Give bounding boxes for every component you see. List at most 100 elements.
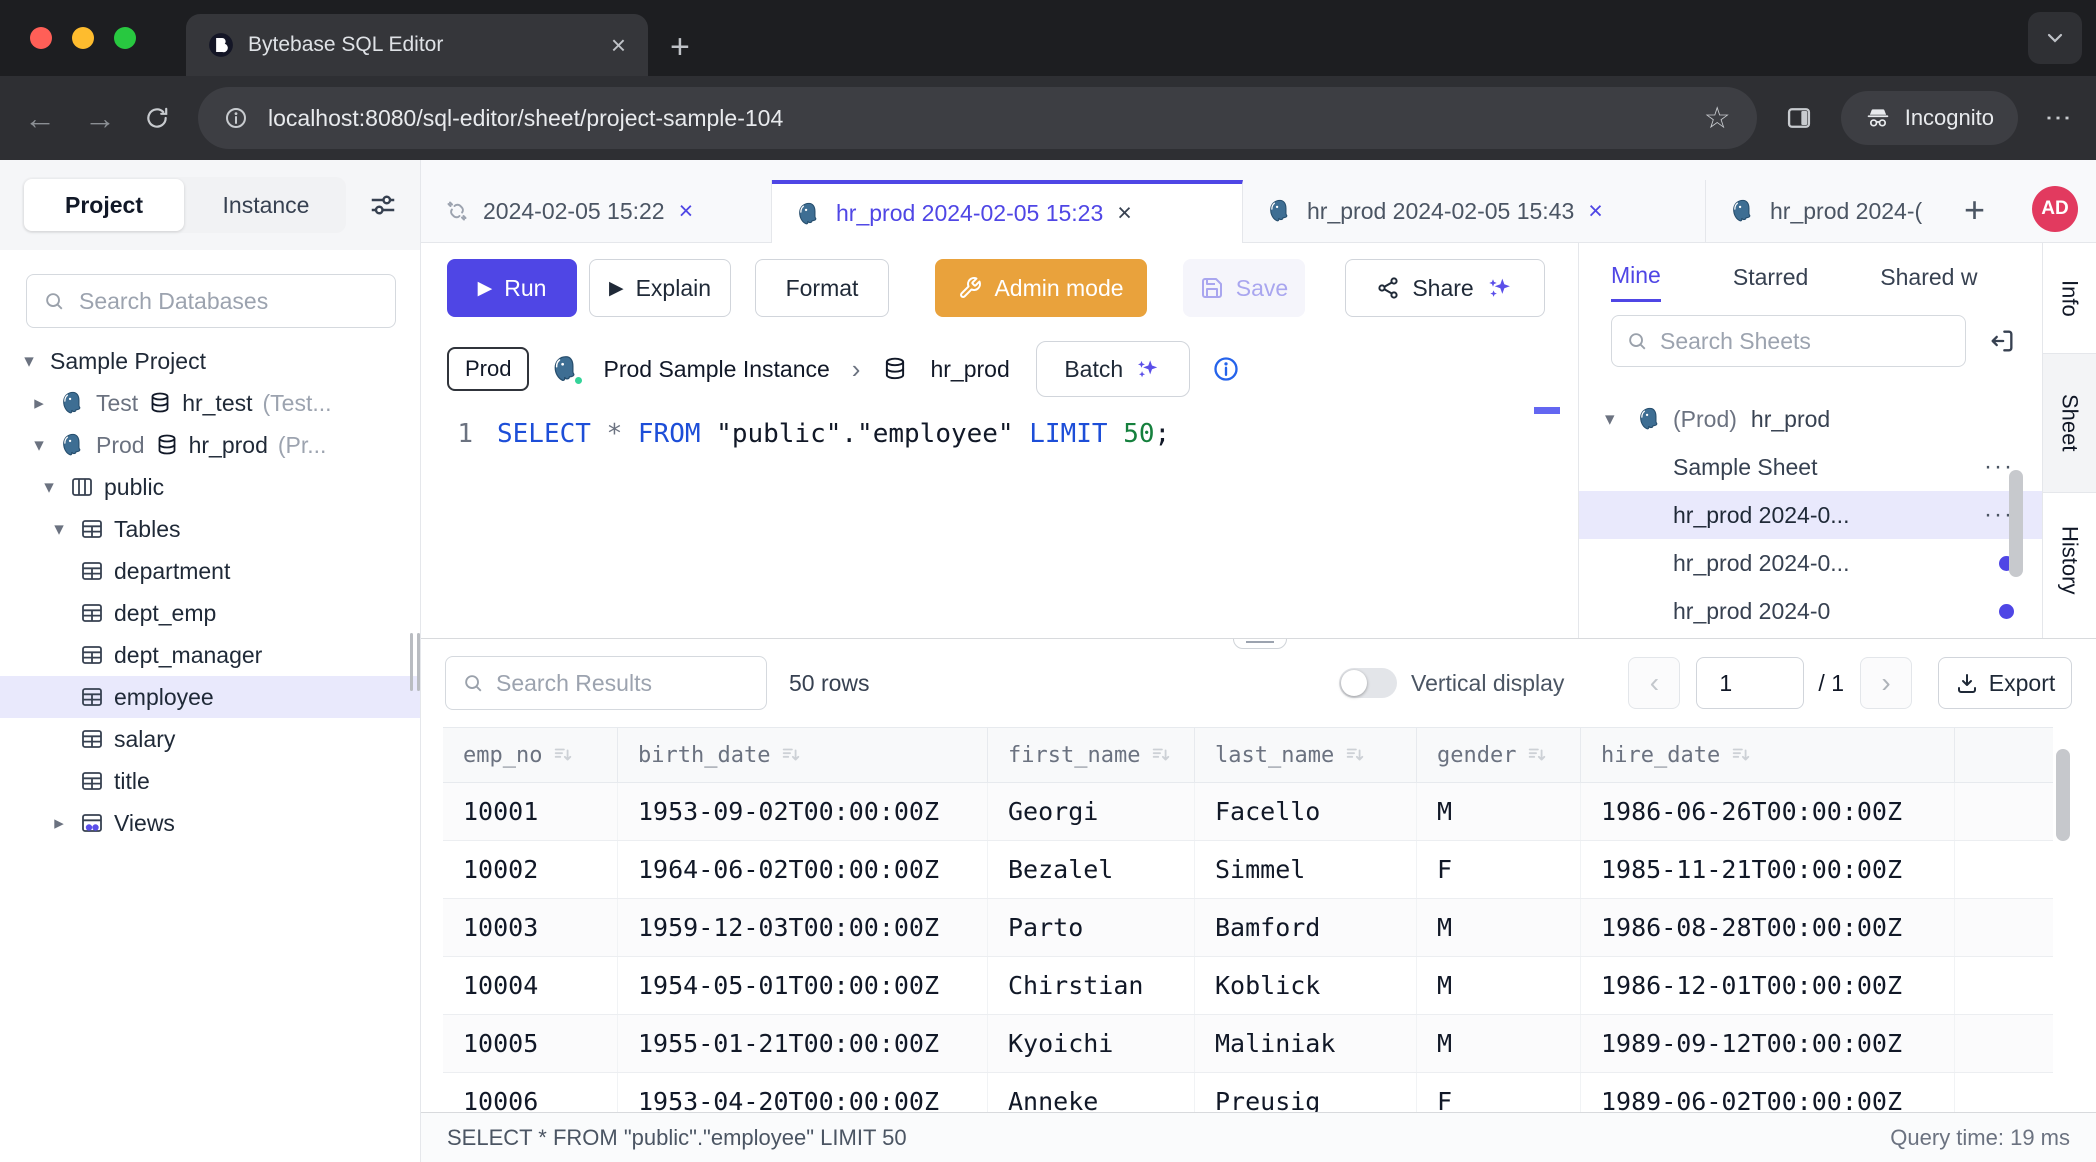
browser-tab-close-icon[interactable]: ×: [611, 30, 626, 61]
cell[interactable]: 10006: [443, 1073, 618, 1112]
sheet-item-sample[interactable]: Sample Sheet ···: [1579, 443, 2042, 491]
cell[interactable]: Parto: [988, 899, 1195, 956]
cell[interactable]: Bezalel: [988, 841, 1195, 898]
window-close-button[interactable]: [30, 27, 52, 49]
cell[interactable]: 1986-12-01T00:00:00Z: [1581, 957, 1955, 1014]
caret-right-icon[interactable]: ▸: [28, 392, 50, 415]
cell[interactable]: Bamford: [1195, 899, 1417, 956]
table-row[interactable]: 10003 1959-12-03T00:00:00Z Parto Bamford…: [443, 899, 2053, 957]
collapse-panel-icon[interactable]: [1988, 327, 2016, 355]
explain-button[interactable]: ▶ Explain: [589, 259, 731, 317]
cell[interactable]: 1986-06-26T00:00:00Z: [1581, 783, 1955, 840]
new-sheet-button[interactable]: +: [1964, 192, 1985, 228]
search-results[interactable]: [445, 656, 767, 710]
user-avatar[interactable]: AD: [2032, 186, 2078, 232]
close-icon[interactable]: ×: [679, 197, 694, 226]
table-row[interactable]: 10001 1953-09-02T00:00:00Z Georgi Facell…: [443, 783, 2053, 841]
search-databases-input[interactable]: [79, 288, 379, 315]
bookmark-star-icon[interactable]: ☆: [1704, 101, 1731, 136]
caret-down-icon[interactable]: ▾: [28, 434, 50, 457]
tree-item-hr-prod[interactable]: ▾ Prod hr_prod (Pr...: [0, 424, 420, 466]
cell[interactable]: 1986-08-28T00:00:00Z: [1581, 899, 1955, 956]
column-header[interactable]: first_name: [988, 728, 1195, 782]
browser-menu-icon[interactable]: ⋮: [2046, 105, 2072, 131]
tree-item-hr-test[interactable]: ▸ Test hr_test (Test...: [0, 382, 420, 424]
batch-button[interactable]: Batch: [1036, 341, 1190, 397]
tab-sheet[interactable]: Sheet: [2043, 353, 2096, 493]
cell[interactable]: Kyoichi: [988, 1015, 1195, 1072]
cell[interactable]: 1989-06-02T00:00:00Z: [1581, 1073, 1955, 1112]
export-button[interactable]: Export: [1938, 657, 2072, 709]
close-icon[interactable]: ×: [1117, 199, 1132, 228]
cell[interactable]: 10001: [443, 783, 618, 840]
cell[interactable]: Chirstian: [988, 957, 1195, 1014]
results-scrollbar[interactable]: [2056, 749, 2070, 841]
tree-item-salary[interactable]: salary: [0, 718, 420, 760]
filter-settings-icon[interactable]: [368, 190, 398, 220]
cell[interactable]: M: [1417, 899, 1581, 956]
close-icon[interactable]: ×: [1588, 197, 1603, 226]
side-panel-icon[interactable]: [1785, 104, 1813, 132]
admin-mode-button[interactable]: Admin mode: [935, 259, 1147, 317]
page-input[interactable]: [1696, 657, 1804, 709]
caret-right-icon[interactable]: ▸: [48, 812, 70, 835]
sheet-group-hr-prod[interactable]: ▾ (Prod) hr_prod: [1579, 395, 2042, 443]
sheet-item-4[interactable]: hr_prod 2024-0: [1579, 587, 2042, 635]
sort-icon[interactable]: [1344, 744, 1366, 766]
sheet-tab-1[interactable]: 2024-02-05 15:22 ×: [421, 180, 772, 242]
cell[interactable]: 1989-09-12T00:00:00Z: [1581, 1015, 1955, 1072]
cell[interactable]: 10002: [443, 841, 618, 898]
search-databases[interactable]: [26, 274, 396, 328]
cell[interactable]: F: [1417, 841, 1581, 898]
tree-item-title[interactable]: title: [0, 760, 420, 802]
cell[interactable]: 10005: [443, 1015, 618, 1072]
tab-mine[interactable]: Mine: [1611, 248, 1661, 302]
cell[interactable]: 1959-12-03T00:00:00Z: [618, 899, 988, 956]
cell[interactable]: Anneke: [988, 1073, 1195, 1112]
cell[interactable]: 1964-06-02T00:00:00Z: [618, 841, 988, 898]
cell[interactable]: Maliniak: [1195, 1015, 1417, 1072]
cell[interactable]: Facello: [1195, 783, 1417, 840]
sheet-tab-2-active[interactable]: hr_prod 2024-02-05 15:23 ×: [772, 180, 1243, 243]
tree-item-department[interactable]: department: [0, 550, 420, 592]
window-minimize-button[interactable]: [72, 27, 94, 49]
tree-item-views-group[interactable]: ▸ Views: [0, 802, 420, 844]
database-name[interactable]: hr_prod: [930, 356, 1009, 383]
cell[interactable]: Koblick: [1195, 957, 1417, 1014]
table-row[interactable]: 10005 1955-01-21T00:00:00Z Kyoichi Malin…: [443, 1015, 2053, 1073]
tree-item-dept-emp[interactable]: dept_emp: [0, 592, 420, 634]
tab-instance[interactable]: Instance: [186, 179, 346, 231]
cell[interactable]: 1953-09-02T00:00:00Z: [618, 783, 988, 840]
next-page-button[interactable]: ›: [1860, 657, 1912, 709]
sort-icon[interactable]: [1150, 744, 1172, 766]
cell[interactable]: Preusig: [1195, 1073, 1417, 1112]
reload-button[interactable]: [144, 105, 170, 131]
prev-page-button[interactable]: ‹: [1628, 657, 1680, 709]
instance-name[interactable]: Prod Sample Instance: [603, 356, 829, 383]
browser-tab[interactable]: Bytebase SQL Editor ×: [186, 14, 648, 76]
tab-search-button[interactable]: [2028, 12, 2082, 64]
tree-item-dept-manager[interactable]: dept_manager: [0, 634, 420, 676]
tab-info[interactable]: Info: [2043, 243, 2096, 353]
tree-item-tables-group[interactable]: ▾ Tables: [0, 508, 420, 550]
search-results-input[interactable]: [496, 670, 750, 697]
column-header[interactable]: emp_no: [443, 728, 618, 782]
tree-item-public-schema[interactable]: ▾ public: [0, 466, 420, 508]
column-header[interactable]: birth_date: [618, 728, 988, 782]
sparkle-icon[interactable]: [1486, 274, 1514, 302]
table-row[interactable]: 10004 1954-05-01T00:00:00Z Chirstian Kob…: [443, 957, 2053, 1015]
cell[interactable]: Simmel: [1195, 841, 1417, 898]
sort-icon[interactable]: [1730, 744, 1752, 766]
cell[interactable]: 1953-04-20T00:00:00Z: [618, 1073, 988, 1112]
site-info-icon[interactable]: [224, 106, 248, 130]
forward-button[interactable]: →: [84, 102, 116, 134]
sort-icon[interactable]: [552, 744, 574, 766]
window-zoom-button[interactable]: [114, 27, 136, 49]
search-sheets-input[interactable]: [1660, 328, 1951, 355]
back-button[interactable]: ←: [24, 102, 56, 134]
search-sheets[interactable]: [1611, 315, 1966, 367]
cell[interactable]: 10003: [443, 899, 618, 956]
new-tab-button[interactable]: +: [670, 30, 690, 64]
format-button[interactable]: Format: [755, 259, 889, 317]
url-bar[interactable]: localhost:8080/sql-editor/sheet/project-…: [198, 87, 1757, 149]
